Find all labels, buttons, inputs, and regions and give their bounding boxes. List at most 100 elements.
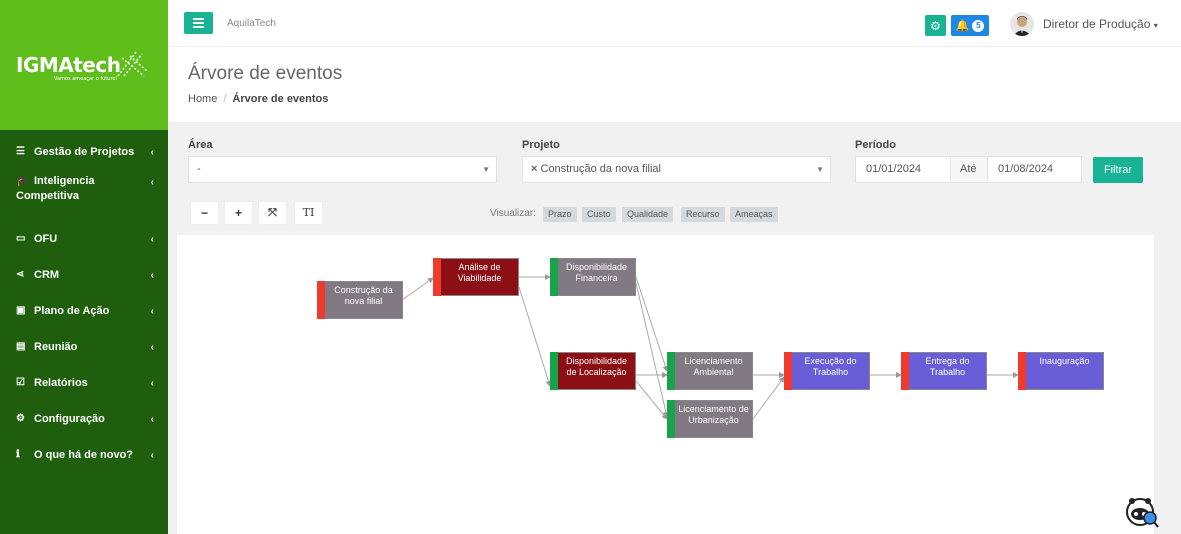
bell-icon: 🔔: [955, 20, 970, 32]
sidebar-item-label: Plano de Ação: [34, 305, 110, 317]
date-from-input[interactable]: 01/01/2024: [855, 156, 951, 183]
node-status-strip: [784, 352, 792, 390]
node-label: Execução do Trabalho: [804, 356, 857, 377]
help-bot-icon[interactable]: [1124, 494, 1160, 530]
view-tag-qualidade[interactable]: Qualidade: [622, 207, 674, 222]
zoom-out-button[interactable]: −: [190, 201, 219, 225]
view-tag-ameacas[interactable]: Ameaças: [730, 207, 778, 222]
event-node[interactable]: Inauguração: [1018, 352, 1104, 390]
caret-down-icon: ▾: [1153, 21, 1158, 30]
caret-down-icon: ▼: [482, 165, 490, 174]
node-status-strip: [901, 352, 909, 390]
breadcrumb-separator: /: [223, 93, 227, 105]
visualizar-label: Visualizar:: [490, 208, 536, 219]
view-tag-recurso[interactable]: Recurso: [681, 207, 725, 222]
event-node[interactable]: Análise de Viabilidade: [433, 258, 519, 296]
projeto-select[interactable]: × Construção da nova filial ▼: [522, 156, 831, 183]
event-node[interactable]: Construção da nova filial: [317, 281, 403, 319]
node-status-strip: [550, 352, 558, 390]
chevron-left-icon: ‹: [150, 270, 154, 281]
sidebar-item-plano-acao[interactable]: ▣ Plano de Ação ‹: [0, 293, 168, 329]
sidebar-item-inteligencia[interactable]: 🎓 Inteligencia Competitiva ‹: [0, 170, 168, 221]
breadcrumb: Home / Árvore de eventos: [188, 93, 328, 105]
chevron-left-icon: ‹: [150, 306, 154, 317]
node-label: Inauguração: [1039, 356, 1090, 366]
event-node[interactable]: Licenciamento Ambiental: [667, 352, 753, 390]
sidebar-nav: ☰ Gestão de Projetos ‹ 🎓 Inteligencia Com…: [0, 130, 168, 473]
sidebar-item-label: Gestão de Projetos: [34, 146, 135, 158]
graduation-cap-icon: 🎓: [16, 176, 29, 187]
sidebar-item-ofu[interactable]: ▭ OFU ‹: [0, 221, 168, 257]
chevron-left-icon: ‹: [150, 342, 154, 353]
node-label: Análise de Viabilidade: [457, 262, 502, 283]
edge: [401, 277, 434, 301]
chevron-left-icon: ‹: [150, 177, 154, 188]
logo-area: IGMAtech Vamos ameaçar o futuro!: [0, 0, 168, 130]
calendar-check-icon: ▣: [16, 305, 26, 316]
table-icon: ▤: [16, 341, 26, 352]
date-range-separator: Até: [950, 156, 988, 183]
settings-button[interactable]: ⚙: [925, 15, 946, 36]
event-node[interactable]: Disponibilidade Financeira: [550, 258, 636, 296]
breadcrumb-current: Árvore de eventos: [232, 93, 329, 105]
remove-tag-icon[interactable]: ×: [531, 163, 537, 175]
projeto-label: Projeto: [522, 139, 560, 151]
chevron-left-icon: ‹: [150, 414, 154, 425]
node-label: Disponibilidade de Localização: [565, 356, 628, 377]
logo[interactable]: IGMAtech Vamos ameaçar o futuro!: [16, 53, 121, 82]
edge: [635, 380, 668, 420]
view-tag-custo[interactable]: Custo: [582, 207, 616, 222]
menu-toggle-button[interactable]: [184, 12, 213, 34]
node-status-strip: [1018, 352, 1026, 390]
user-avatar-icon: [1010, 12, 1034, 36]
sidebar-item-label: CRM: [34, 269, 60, 281]
sidebar-item-crm[interactable]: ⋖ CRM ‹: [0, 257, 168, 293]
text-toggle-button[interactable]: TI: [294, 201, 323, 225]
sidebar-item-novidades[interactable]: ℹ O que há de novo? ‹: [0, 437, 168, 473]
share-icon: ⋖: [16, 269, 25, 280]
avatar[interactable]: [1010, 12, 1034, 36]
date-to-input[interactable]: 01/08/2024: [987, 156, 1082, 183]
area-label: Área: [188, 139, 213, 151]
view-tag-prazo[interactable]: Prazo: [543, 207, 577, 222]
edge: [635, 282, 669, 418]
chevron-left-icon: ‹: [150, 234, 154, 245]
node-label: Disponibilidade Financeira: [565, 262, 628, 283]
sidebar-item-label: Relatórios: [34, 377, 88, 389]
gears-icon: ⚙: [930, 18, 941, 33]
page-header: Árvore de eventos Home / Árvore de eventos: [168, 47, 1181, 122]
sidebar-item-relatorios[interactable]: ☑ Relatórios ‹: [0, 365, 168, 401]
logo-dots-icon: [117, 51, 149, 77]
sidebar-item-configuracao[interactable]: ⚙ Configuração ‹: [0, 401, 168, 437]
topbar: AquilaTech ⚙ 🔔 5 Diretor de Produção ▾: [168, 0, 1181, 47]
chevron-left-icon: ‹: [150, 147, 154, 158]
sidebar-item-reuniao[interactable]: ▤ Reunião ‹: [0, 329, 168, 365]
event-node[interactable]: Disponibilidade de Localização: [550, 352, 636, 390]
breadcrumb-home[interactable]: Home: [188, 93, 217, 105]
projeto-select-value: Construção da nova filial: [540, 163, 661, 175]
periodo-label: Período: [855, 139, 896, 151]
area-select-value: -: [197, 163, 201, 175]
notifications-button[interactable]: 🔔 5: [951, 15, 989, 36]
page-title: Árvore de eventos: [188, 63, 343, 84]
notification-count-badge: 5: [972, 19, 985, 32]
card-icon: ▭: [16, 233, 26, 244]
info-icon: ℹ: [16, 449, 20, 460]
zoom-in-button[interactable]: +: [224, 201, 253, 225]
list-icon: ☰: [16, 146, 25, 157]
sidebar-item-gestao-projetos[interactable]: ☰ Gestão de Projetos ‹: [0, 134, 168, 170]
chevron-left-icon: ‹: [150, 450, 154, 461]
event-node[interactable]: Execução do Trabalho: [784, 352, 870, 390]
node-status-strip: [433, 258, 441, 296]
fit-screen-button[interactable]: ⤧: [258, 201, 287, 225]
sidebar-item-label: O que há de novo?: [34, 449, 134, 461]
area-select[interactable]: - ▼: [188, 156, 497, 183]
event-node[interactable]: Licenciamento de Urbanização: [667, 400, 753, 438]
filter-button[interactable]: Filtrar: [1093, 157, 1143, 183]
user-menu[interactable]: Diretor de Produção ▾: [1043, 17, 1158, 31]
sidebar-item-label: Reunião: [34, 341, 78, 353]
event-tree-canvas[interactable]: Construção da nova filial Análise de Via…: [177, 235, 1154, 534]
event-node[interactable]: Entrega do Trabalho: [901, 352, 987, 390]
brand-name: AquilaTech: [227, 18, 276, 29]
node-label: Licenciamento Ambiental: [684, 356, 743, 377]
